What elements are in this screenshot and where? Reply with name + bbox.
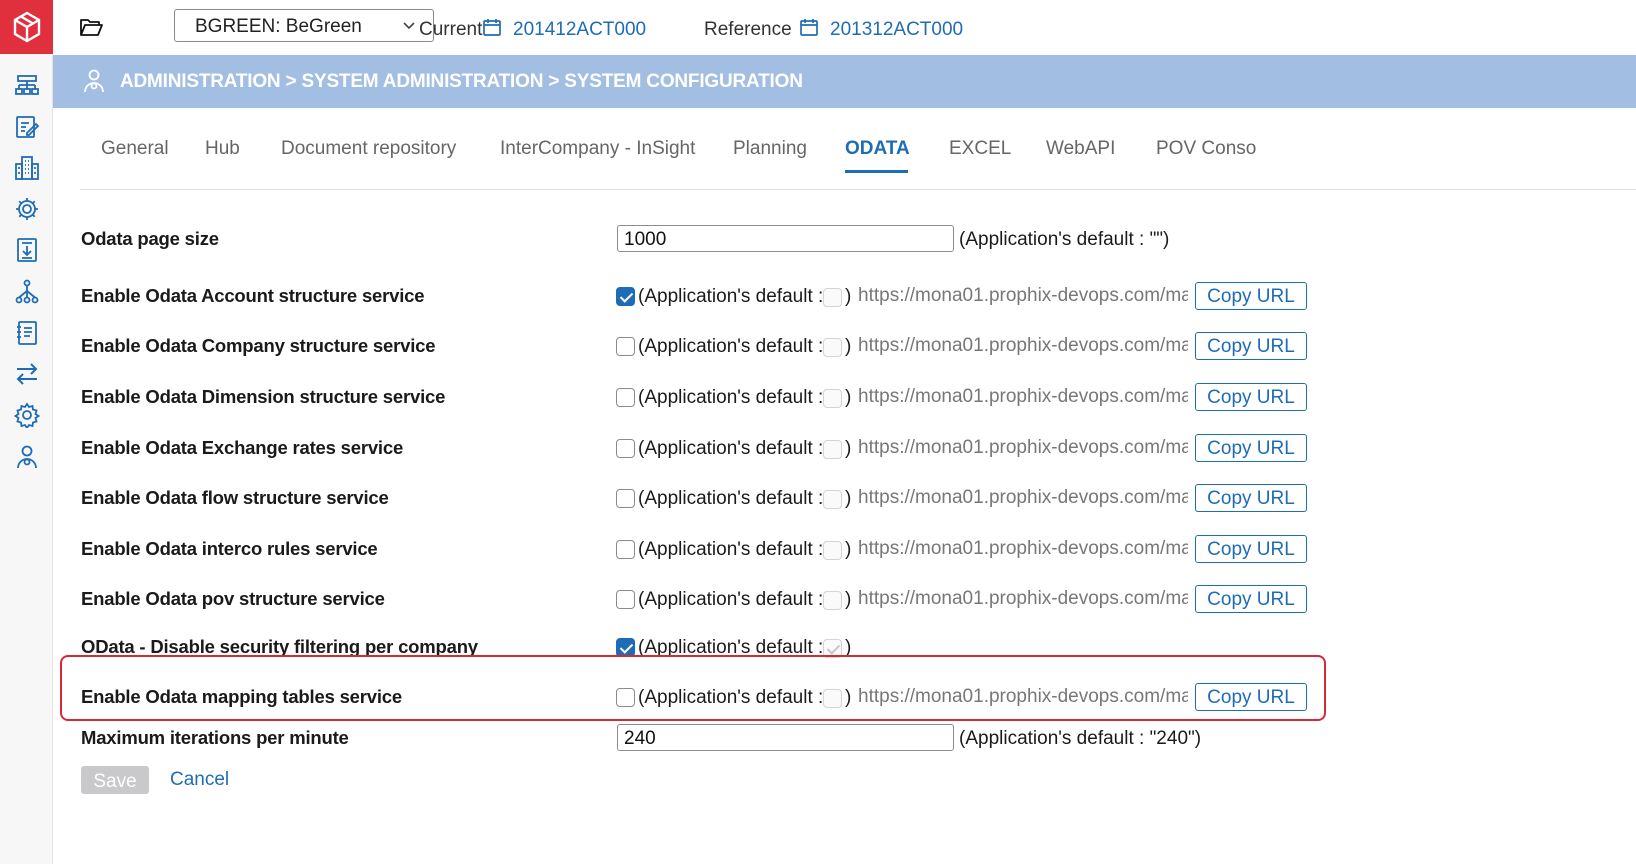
max-iterations-input[interactable] [617, 724, 954, 751]
folder-open-icon[interactable] [79, 16, 103, 38]
report-download-icon[interactable] [13, 236, 41, 264]
admin-user-icon [84, 69, 104, 93]
close-paren: ) [845, 539, 852, 560]
odata-page-size-label: Odata page size [81, 228, 219, 249]
hierarchy-icon[interactable] [13, 278, 41, 306]
close-paren: ) [845, 589, 852, 610]
enable-odata-pov-structure-service-label: Enable Odata pov structure service [81, 588, 385, 609]
highlight-annotation [60, 655, 1326, 721]
entity-select-value: BGREEN: BeGreen [195, 16, 362, 37]
tab-document-repository[interactable]: Document repository [281, 138, 456, 160]
enable-odata-account-structure-service-label: Enable Odata Account structure service [81, 285, 425, 306]
edit-form-icon[interactable] [13, 113, 41, 141]
active-tab-indicator [845, 170, 908, 173]
reference-period-value[interactable]: 201312ACT000 [830, 19, 963, 41]
enable-odata-company-structure-service-copy-url-button[interactable]: Copy URL [1195, 332, 1307, 360]
buildings-icon[interactable] [13, 154, 41, 182]
odata-page-size-input[interactable] [617, 225, 954, 252]
org-chart-icon[interactable] [13, 72, 41, 100]
settings-gear-icon[interactable] [13, 195, 41, 223]
application-default-text: (Application's default : [638, 539, 824, 560]
enable-odata-interco-rules-service-copy-url-button[interactable]: Copy URL [1195, 535, 1307, 563]
enable-odata-interco-rules-service-url-field[interactable]: https://mona01.prophix-devops.com/ma [858, 535, 1188, 565]
application-default-text: (Application's default : [638, 589, 824, 610]
tab-odata[interactable]: ODATA [845, 138, 910, 160]
admin-user-icon[interactable] [13, 443, 41, 471]
cancel-link[interactable]: Cancel [170, 769, 229, 791]
enable-odata-dimension-structure-service-label: Enable Odata Dimension structure service [81, 386, 446, 407]
application-default-text: (Application's default : [638, 286, 824, 307]
application-default-checkbox [823, 591, 842, 610]
enable-odata-account-structure-service-copy-url-button[interactable]: Copy URL [1195, 282, 1307, 310]
application-default-checkbox [823, 440, 842, 459]
enable-odata-flow-structure-service-checkbox[interactable] [616, 489, 635, 508]
close-paren: ) [845, 387, 852, 408]
close-paren: ) [845, 438, 852, 459]
current-period-value[interactable]: 201412ACT000 [513, 19, 646, 41]
entity-select[interactable]: BGREEN: BeGreen [174, 9, 434, 42]
configuration-icon[interactable] [13, 401, 41, 429]
tab-planning[interactable]: Planning [733, 138, 807, 160]
tab-intercompany-insight[interactable]: InterCompany - InSight [500, 138, 695, 160]
application-default-checkbox [823, 389, 842, 408]
enable-odata-account-structure-service-url-field[interactable]: https://mona01.prophix-devops.com/ma [858, 282, 1188, 312]
save-button[interactable]: Save [81, 766, 149, 794]
enable-odata-interco-rules-service-label: Enable Odata interco rules service [81, 538, 378, 559]
application-default-checkbox [823, 490, 842, 509]
enable-odata-account-structure-service-checkbox[interactable] [616, 287, 635, 306]
enable-odata-pov-structure-service-copy-url-button[interactable]: Copy URL [1195, 585, 1307, 613]
enable-odata-exchange-rates-service-checkbox[interactable] [616, 439, 635, 458]
prophix-logo-icon[interactable] [0, 0, 53, 54]
top-bar: BGREEN: BeGreen Current 201412ACT000 Ref… [53, 0, 1636, 55]
tab-excel[interactable]: EXCEL [949, 138, 1011, 160]
application-default-checkbox [823, 288, 842, 307]
close-paren: ) [845, 488, 852, 509]
enable-odata-dimension-structure-service-copy-url-button[interactable]: Copy URL [1195, 383, 1307, 411]
calendar-icon[interactable] [799, 17, 819, 37]
enable-odata-exchange-rates-service-copy-url-button[interactable]: Copy URL [1195, 434, 1307, 462]
enable-odata-flow-structure-service-copy-url-button[interactable]: Copy URL [1195, 484, 1307, 512]
enable-odata-company-structure-service-label: Enable Odata Company structure service [81, 335, 436, 356]
notebook-icon[interactable] [13, 319, 41, 347]
application-default-text: (Application's default : [638, 438, 824, 459]
tab-hub[interactable]: Hub [205, 138, 240, 160]
page-title: ADMINISTRATION > SYSTEM ADMINISTRATION >… [120, 71, 803, 92]
application-default-checkbox [823, 338, 842, 357]
enable-odata-dimension-structure-service-url-field[interactable]: https://mona01.prophix-devops.com/ma [858, 383, 1188, 413]
enable-odata-company-structure-service-checkbox[interactable] [616, 337, 635, 356]
tab-general[interactable]: General [101, 138, 169, 160]
enable-odata-exchange-rates-service-label: Enable Odata Exchange rates service [81, 437, 404, 458]
enable-odata-dimension-structure-service-checkbox[interactable] [616, 388, 635, 407]
enable-odata-pov-structure-service-url-field[interactable]: https://mona01.prophix-devops.com/ma [858, 585, 1188, 615]
chevron-down-icon [403, 22, 415, 30]
current-label: Current [419, 19, 483, 40]
tab-webapi[interactable]: WebAPI [1046, 138, 1115, 160]
page-size-default: (Application's default : "") [959, 229, 1170, 250]
calendar-icon[interactable] [482, 17, 502, 37]
enable-odata-flow-structure-service-label: Enable Odata flow structure service [81, 487, 389, 508]
max-iterations-default: (Application's default : "240") [959, 728, 1202, 749]
application-default-text: (Application's default : [638, 336, 824, 357]
enable-odata-interco-rules-service-checkbox[interactable] [616, 540, 635, 559]
enable-odata-pov-structure-service-checkbox[interactable] [616, 590, 635, 609]
reference-label: Reference [704, 19, 792, 40]
left-sidebar [0, 0, 53, 864]
close-paren: ) [845, 336, 852, 357]
page-title-banner: ADMINISTRATION > SYSTEM ADMINISTRATION >… [53, 55, 1636, 108]
exchange-arrows-icon[interactable] [13, 360, 41, 388]
config-tabs: General Hub Document repository InterCom… [80, 108, 1636, 190]
enable-odata-flow-structure-service-url-field[interactable]: https://mona01.prophix-devops.com/ma [858, 484, 1188, 514]
application-default-checkbox [823, 541, 842, 560]
application-default-text: (Application's default : [638, 488, 824, 509]
max-iterations-label: Maximum iterations per minute [81, 727, 349, 748]
enable-odata-exchange-rates-service-url-field[interactable]: https://mona01.prophix-devops.com/ma [858, 434, 1188, 464]
application-default-text: (Application's default : [638, 387, 824, 408]
tab-pov-conso[interactable]: POV Conso [1156, 138, 1256, 160]
enable-odata-company-structure-service-url-field[interactable]: https://mona01.prophix-devops.com/ma [858, 332, 1188, 362]
close-paren: ) [845, 286, 852, 307]
